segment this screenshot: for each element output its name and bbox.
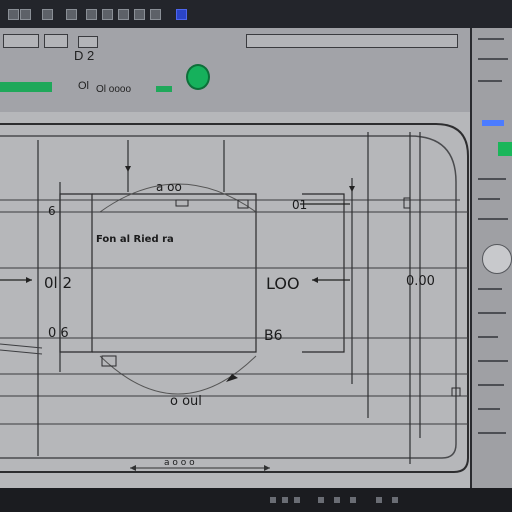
panel-row[interactable] — [478, 336, 498, 338]
toolbar: D 2 Ol Ol oooo — [0, 28, 470, 113]
dimension-label: LOO — [266, 274, 300, 293]
panel-row[interactable] — [478, 360, 508, 362]
tool-icon[interactable] — [102, 9, 113, 20]
panel-row[interactable] — [478, 178, 506, 180]
status-icon[interactable] — [318, 497, 324, 503]
dimension-label: a oo — [156, 180, 182, 194]
panel-row[interactable] — [478, 58, 508, 60]
status-icon[interactable] — [392, 497, 398, 503]
tool-icon[interactable] — [66, 9, 77, 20]
dimension-label: 01 — [292, 198, 308, 212]
dimension-label: 0 6 — [48, 326, 69, 341]
status-icon[interactable] — [334, 497, 340, 503]
app-icon[interactable] — [8, 9, 19, 20]
panel-highlight[interactable] — [482, 120, 504, 126]
panel-row[interactable] — [478, 218, 508, 220]
status-icon[interactable] — [350, 497, 356, 503]
dimension-label: 6 — [48, 204, 56, 218]
green-status-chip — [156, 86, 172, 92]
toolbar-field[interactable] — [44, 34, 68, 48]
toolbar-panel[interactable] — [246, 34, 458, 48]
green-status-bar — [0, 82, 52, 92]
toolbar-text: D 2 — [74, 48, 95, 63]
panel-row[interactable] — [478, 198, 500, 200]
status-icon[interactable] — [376, 497, 382, 503]
panel-row[interactable] — [478, 384, 504, 386]
tool-icon[interactable] — [42, 9, 53, 20]
circle-icon[interactable] — [186, 64, 210, 90]
panel-row[interactable] — [478, 38, 504, 40]
tool-icon[interactable] — [150, 9, 161, 20]
status-icon[interactable] — [270, 497, 276, 503]
toolbar-text: Ol — [78, 80, 89, 92]
status-icon[interactable] — [282, 497, 288, 503]
panel-dial[interactable] — [482, 244, 512, 274]
dimension-label: B6 — [264, 328, 283, 344]
drawing-canvas[interactable]: a oo 01 6 Fon al Ried ra 0l 2 LOO 0.00 0… — [0, 112, 470, 488]
cad-drawing — [0, 112, 470, 488]
toolbar-button[interactable] — [78, 36, 98, 48]
tool-icon[interactable] — [118, 9, 129, 20]
panel-row[interactable] — [478, 80, 502, 82]
status-bar — [0, 488, 512, 512]
status-icon[interactable] — [294, 497, 300, 503]
right-properties-panel[interactable] — [470, 28, 512, 488]
tool-icon[interactable] — [134, 9, 145, 20]
panel-row[interactable] — [478, 408, 500, 410]
dimension-label: 0.00 — [406, 274, 435, 289]
window-titlebar — [0, 0, 512, 28]
panel-green-indicator — [498, 142, 512, 156]
dimension-label: a o o o — [164, 458, 195, 468]
dimension-label: 0l 2 — [44, 274, 73, 292]
window-icon[interactable] — [20, 9, 31, 20]
panel-row[interactable] — [478, 432, 506, 434]
panel-row[interactable] — [478, 312, 506, 314]
toolbar-text: Ol oooo — [96, 84, 132, 95]
dimension-label: o oul — [170, 394, 202, 409]
blue-indicator-icon[interactable] — [176, 9, 187, 20]
toolbar-field[interactable] — [3, 34, 39, 48]
panel-row[interactable] — [478, 288, 502, 290]
tool-icon[interactable] — [86, 9, 97, 20]
dimension-label: Fon al Ried ra — [96, 234, 174, 245]
